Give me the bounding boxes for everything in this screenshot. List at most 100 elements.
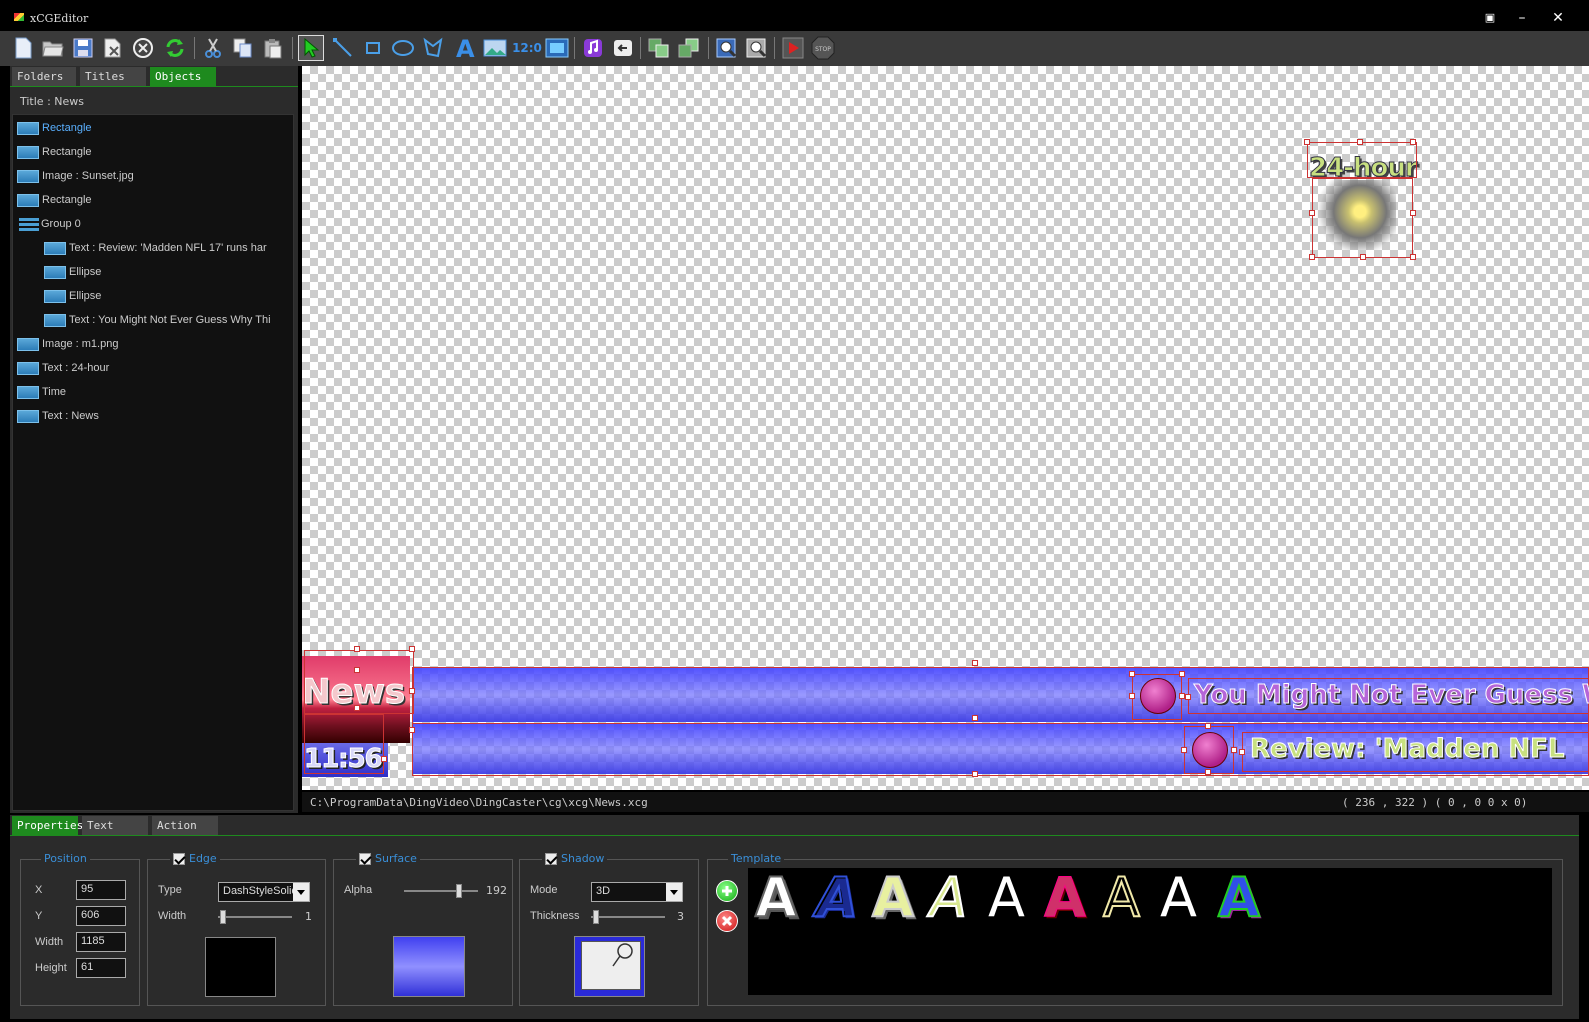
selection-box <box>304 714 384 774</box>
alpha-slider[interactable] <box>404 884 478 898</box>
template-style-6[interactable]: A <box>1044 867 1087 928</box>
y-label: Y <box>35 910 43 922</box>
back-icon[interactable] <box>610 35 636 61</box>
x-icon <box>721 915 733 927</box>
select-pointer-icon[interactable] <box>298 35 324 61</box>
editor-canvas[interactable]: 24-hour News 11:56 You Might Not Ever Gu… <box>302 66 1589 790</box>
selection-box <box>1307 142 1417 178</box>
x-field[interactable]: 95 <box>76 880 126 900</box>
tree-item-ellipse[interactable]: Ellipse <box>44 285 101 307</box>
thickness-slider[interactable] <box>591 910 665 924</box>
time-tool-icon[interactable]: 12:0 <box>512 35 542 61</box>
send-back-icon[interactable] <box>676 35 702 61</box>
template-style-3[interactable]: A <box>871 867 915 929</box>
tree-item-text-news[interactable]: Text : News <box>17 405 99 427</box>
edge-checkbox[interactable] <box>173 852 185 865</box>
chevron-down-icon <box>293 883 309 901</box>
remove-template-button[interactable] <box>716 910 738 932</box>
surface-group-label: Surface <box>356 852 420 865</box>
shadow-preview[interactable] <box>574 936 645 997</box>
tree-item-text-24hour[interactable]: Text : 24-hour <box>17 357 109 379</box>
edge-width-value: 1 <box>305 910 312 923</box>
tree-item-rectangle[interactable]: Rectangle <box>17 189 92 211</box>
template-style-5[interactable]: A <box>988 868 1025 928</box>
shadow-mode-select[interactable]: 3D <box>591 882 683 902</box>
tab-folders[interactable]: Folders <box>12 67 76 86</box>
video-tool-icon[interactable] <box>544 35 570 61</box>
surface-color-swatch[interactable] <box>393 936 465 997</box>
new-file-icon[interactable] <box>10 35 36 61</box>
open-folder-icon[interactable] <box>40 35 66 61</box>
tab-objects[interactable]: Objects <box>150 67 216 86</box>
template-style-9[interactable]: A <box>1217 867 1261 929</box>
play-icon[interactable] <box>780 35 806 61</box>
slider-thumb[interactable] <box>593 910 599 924</box>
audio-tool-icon[interactable] <box>580 35 606 61</box>
status-bar: C:\ProgramData\DingVideo\DingCaster\cg\x… <box>302 792 1589 812</box>
line-tool-icon[interactable] <box>330 35 356 61</box>
tree-item-rectangle[interactable]: Rectangle <box>17 141 92 163</box>
rectangle-tool-icon[interactable] <box>360 35 386 61</box>
selection-box <box>1184 726 1234 774</box>
tree-item-time[interactable]: Time <box>17 381 66 403</box>
tree-item-image-sunset[interactable]: Image : Sunset.jpg <box>17 165 134 187</box>
tab-text[interactable]: Text <box>82 816 148 835</box>
edge-type-select[interactable]: DashStyleSolid <box>218 882 310 902</box>
paste-icon[interactable] <box>260 35 286 61</box>
slider-thumb[interactable] <box>220 910 226 924</box>
save-icon[interactable] <box>70 35 96 61</box>
stop-icon[interactable]: STOP <box>810 35 836 61</box>
surface-checkbox[interactable] <box>359 852 371 865</box>
current-title-label: Title : News <box>20 95 84 108</box>
height-label: Height <box>35 962 67 974</box>
image-tool-icon[interactable] <box>482 35 508 61</box>
add-template-button[interactable] <box>716 880 738 902</box>
plus-icon <box>722 886 732 896</box>
rectangle-object-icon <box>17 145 39 159</box>
template-gallery <box>748 868 1552 995</box>
refresh-icon[interactable] <box>162 35 188 61</box>
polygon-tool-icon[interactable] <box>420 35 446 61</box>
edge-color-swatch[interactable] <box>205 937 276 997</box>
selection-box <box>1242 732 1589 772</box>
slider-thumb[interactable] <box>456 884 462 898</box>
edge-group: Edge Type DashStyleSolid Width 1 <box>147 852 326 1006</box>
text-tool-icon[interactable]: A <box>452 35 478 61</box>
tab-action[interactable]: Action <box>152 816 218 835</box>
image-object-icon <box>17 169 39 183</box>
tree-item-rectangle[interactable]: Rectangle <box>17 117 92 139</box>
close-icon[interactable]: ✕ <box>1544 8 1572 28</box>
tree-item-group[interactable]: Group 0 <box>15 213 81 235</box>
edge-group-label: Edge <box>170 852 220 865</box>
template-style-1[interactable]: A <box>754 867 798 929</box>
alpha-label: Alpha <box>344 884 373 896</box>
minimize-icon[interactable]: – <box>1508 8 1536 28</box>
copy-icon[interactable] <box>230 35 256 61</box>
x-label: X <box>35 884 43 896</box>
zoom-out-icon[interactable] <box>744 35 770 61</box>
template-style-7[interactable]: A <box>1102 867 1141 929</box>
template-style-2[interactable]: A <box>815 867 859 929</box>
restore-icon[interactable]: ▣ <box>1476 8 1504 28</box>
edge-width-label: Width <box>158 910 187 922</box>
tab-properties[interactable]: Properties <box>12 816 83 835</box>
tab-titles[interactable]: Titles <box>80 67 146 86</box>
text-object-icon <box>17 409 39 423</box>
width-field[interactable]: 1185 <box>76 932 126 952</box>
close-file-icon[interactable] <box>130 35 156 61</box>
save-as-icon[interactable] <box>100 35 126 61</box>
ellipse-tool-icon[interactable] <box>390 35 416 61</box>
bring-front-icon[interactable] <box>646 35 672 61</box>
tree-item-text-review[interactable]: Text : Review: 'Madden NFL 17' runs har <box>44 237 267 259</box>
edge-width-slider[interactable] <box>218 910 292 924</box>
template-style-4[interactable]: A <box>929 867 968 929</box>
height-field[interactable]: 61 <box>76 958 126 978</box>
tree-item-ellipse[interactable]: Ellipse <box>44 261 101 283</box>
template-style-8[interactable]: A <box>1160 868 1197 928</box>
cut-icon[interactable] <box>200 35 226 61</box>
shadow-checkbox[interactable] <box>545 852 557 865</box>
tree-item-image-m1[interactable]: Image : m1.png <box>17 333 118 355</box>
zoom-in-icon[interactable] <box>714 35 740 61</box>
y-field[interactable]: 606 <box>76 906 126 926</box>
tree-item-text-guess[interactable]: Text : You Might Not Ever Guess Why Thi <box>44 309 271 331</box>
